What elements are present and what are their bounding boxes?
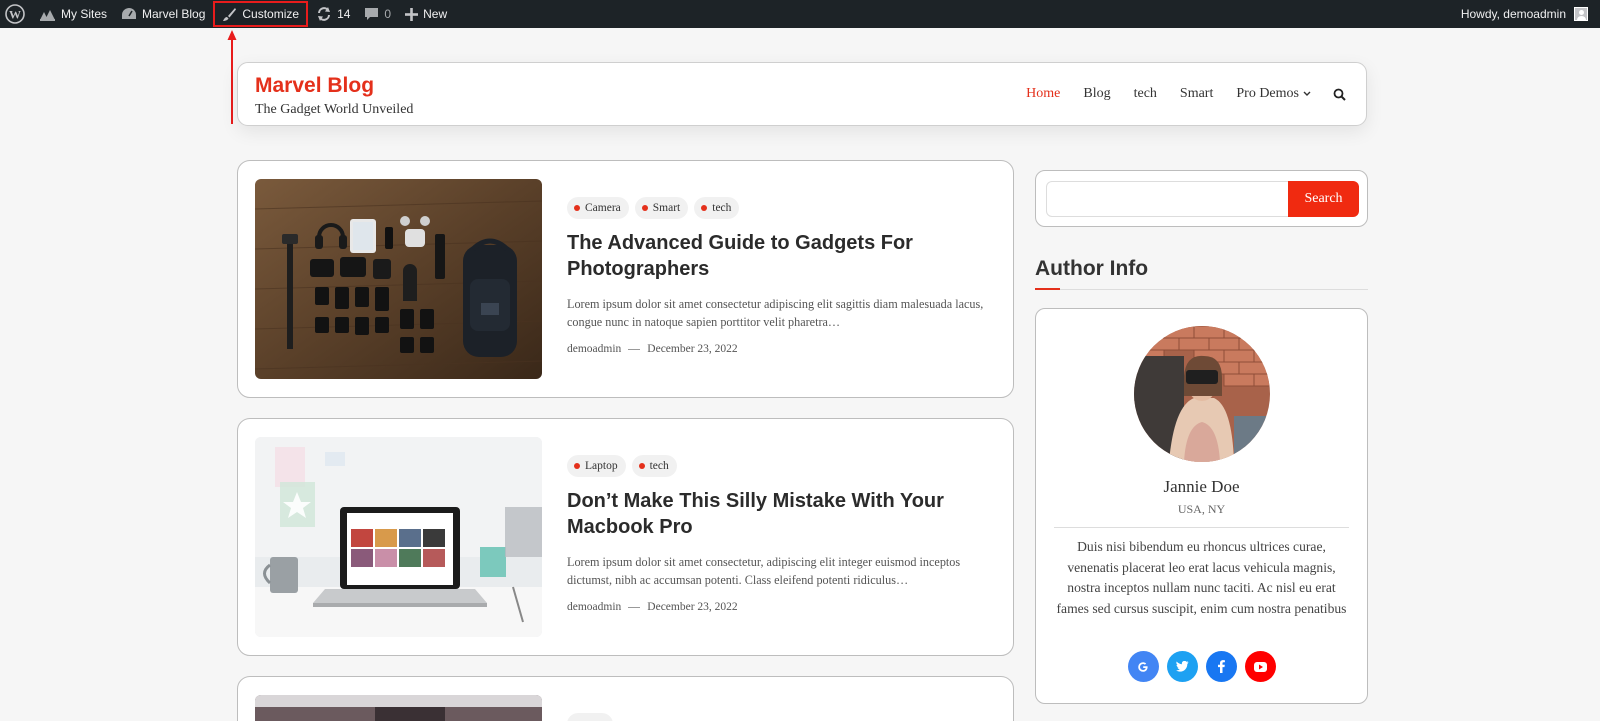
chevron-down-icon <box>1303 91 1311 96</box>
post-categories: Laptop tech <box>567 455 995 477</box>
category-dot <box>701 205 708 211</box>
plus-icon <box>405 7 419 21</box>
category-dot <box>638 463 645 469</box>
category-chip-tech[interactable]: tech <box>694 197 740 219</box>
post-thumbnail[interactable] <box>255 695 542 721</box>
search-input[interactable] <box>1046 181 1290 217</box>
post-author[interactable]: demoadmin <box>567 601 621 613</box>
nav-item-pro-demos[interactable]: Pro Demos <box>1236 86 1311 102</box>
my-sites-label: My Sites <box>61 7 108 21</box>
customize-link[interactable]: Customize <box>212 0 309 28</box>
post-title[interactable]: Don’t Make This Silly Mistake With Your … <box>567 488 995 540</box>
howdy-label: Howdy, demoadmin <box>1460 7 1566 21</box>
user-avatar <box>1574 7 1588 21</box>
new-label: New <box>423 7 448 21</box>
nav-item-smart[interactable]: Smart <box>1180 86 1213 102</box>
author-divider <box>1054 527 1349 528</box>
paintbrush-icon <box>223 7 237 21</box>
category-dot <box>574 463 580 469</box>
comments-link[interactable]: 0 <box>357 0 398 28</box>
meta-separator <box>628 606 641 608</box>
comments-count: 0 <box>384 7 392 21</box>
search-toggle[interactable] <box>1333 88 1346 101</box>
category-chip-smart[interactable]: Smart <box>634 197 689 219</box>
author-avatar <box>1134 326 1270 462</box>
category-label: Smart <box>652 202 681 214</box>
updates-count: 14 <box>337 7 351 21</box>
my-sites-menu[interactable]: My Sites <box>32 0 114 28</box>
post-categories: Camera Smart tech <box>567 197 995 219</box>
dashboard-icon <box>122 8 137 19</box>
post-excerpt: Lorem ipsum dolor sit amet consectetur a… <box>567 297 984 329</box>
category-dot <box>574 205 580 211</box>
twitter-icon[interactable] <box>1166 651 1198 682</box>
post-meta: demoadmin December 23, 2022 <box>567 343 995 355</box>
wordpress-logo-icon[interactable]: W <box>0 0 32 28</box>
post-body: Camera Smart tech The Advanced Guide to … <box>567 197 995 355</box>
post-excerpt: Lorem ipsum dolor sit amet consectetur, … <box>567 555 961 587</box>
category-chip-camera[interactable]: Camera <box>567 197 629 219</box>
post-meta: demoadmin December 23, 2022 <box>567 601 995 613</box>
category-chip-laptop[interactable]: Laptop <box>567 455 626 477</box>
author-card: Jannie Doe USA, NY Duis nisi bibendum eu… <box>1035 308 1368 704</box>
nav-item-pro-demos-label: Pro Demos <box>1236 86 1299 101</box>
post-body: Laptop tech Don’t Make This Silly Mistak… <box>567 455 995 613</box>
site-tagline: The Gadget World Unveiled <box>255 102 414 117</box>
new-content-menu[interactable]: New <box>398 0 454 28</box>
category-chip[interactable] <box>567 713 613 721</box>
post-card <box>237 676 1014 721</box>
post-date[interactable]: December 23, 2022 <box>647 601 737 613</box>
post-thumbnail-macbook[interactable] <box>255 437 542 637</box>
post-card: Camera Smart tech The Advanced Guide to … <box>237 160 1014 398</box>
admin-bar: W My Sites Marvel Blog Customize 14 0 Ne… <box>0 0 1600 28</box>
category-label: Camera <box>585 202 621 214</box>
svg-text:W: W <box>9 8 21 22</box>
customize-label: Customize <box>242 7 300 21</box>
updates-icon <box>318 7 331 21</box>
nav-item-home[interactable]: Home <box>1026 86 1060 102</box>
site-header: Marvel Blog The Gadget World Unveiled Ho… <box>237 62 1367 126</box>
author-social-links <box>1036 651 1367 682</box>
category-dot <box>641 205 648 211</box>
heading-accent-line <box>1035 288 1060 290</box>
author-name: Jannie Doe <box>1163 477 1240 496</box>
heading-divider <box>1035 289 1368 290</box>
author-bio: Duis nisi bibendum eu rhoncus ultrices c… <box>1056 539 1347 616</box>
google-icon[interactable] <box>1127 651 1159 682</box>
main-navigation: Home Blog tech Smart Pro Demos <box>1003 63 1346 125</box>
search-widget: Search <box>1035 170 1368 227</box>
site-name-menu[interactable]: Marvel Blog <box>114 0 212 28</box>
author-info-heading: Author Info <box>1035 257 1149 280</box>
facebook-icon[interactable] <box>1205 651 1237 682</box>
post-title[interactable]: The Advanced Guide to Gadgets For Photog… <box>567 230 995 282</box>
search-button[interactable]: Search <box>1288 181 1359 217</box>
post-author[interactable]: demoadmin <box>567 343 621 355</box>
author-location: USA, NY <box>1177 502 1226 516</box>
post-thumbnail-camera-gear[interactable] <box>255 179 542 379</box>
site-title[interactable]: Marvel Blog <box>255 74 374 98</box>
site-name-label: Marvel Blog <box>142 7 206 21</box>
updates-link[interactable]: 14 <box>309 0 357 28</box>
category-label: Laptop <box>585 460 618 472</box>
category-chip-tech[interactable]: tech <box>631 455 677 477</box>
nav-item-blog[interactable]: Blog <box>1083 86 1110 102</box>
category-label: tech <box>649 460 669 472</box>
search-icon <box>1333 88 1346 101</box>
comment-bubble-icon <box>365 8 379 20</box>
category-label: tech <box>712 202 732 214</box>
youtube-icon[interactable] <box>1244 651 1276 682</box>
post-body <box>567 713 995 721</box>
post-categories <box>567 713 995 721</box>
post-card: Laptop tech Don’t Make This Silly Mistak… <box>237 418 1014 656</box>
post-date[interactable]: December 23, 2022 <box>647 343 737 355</box>
nav-item-tech[interactable]: tech <box>1134 86 1157 102</box>
sites-icon <box>40 10 55 21</box>
meta-separator <box>628 348 641 350</box>
account-menu[interactable]: Howdy, demoadmin <box>1454 0 1600 28</box>
